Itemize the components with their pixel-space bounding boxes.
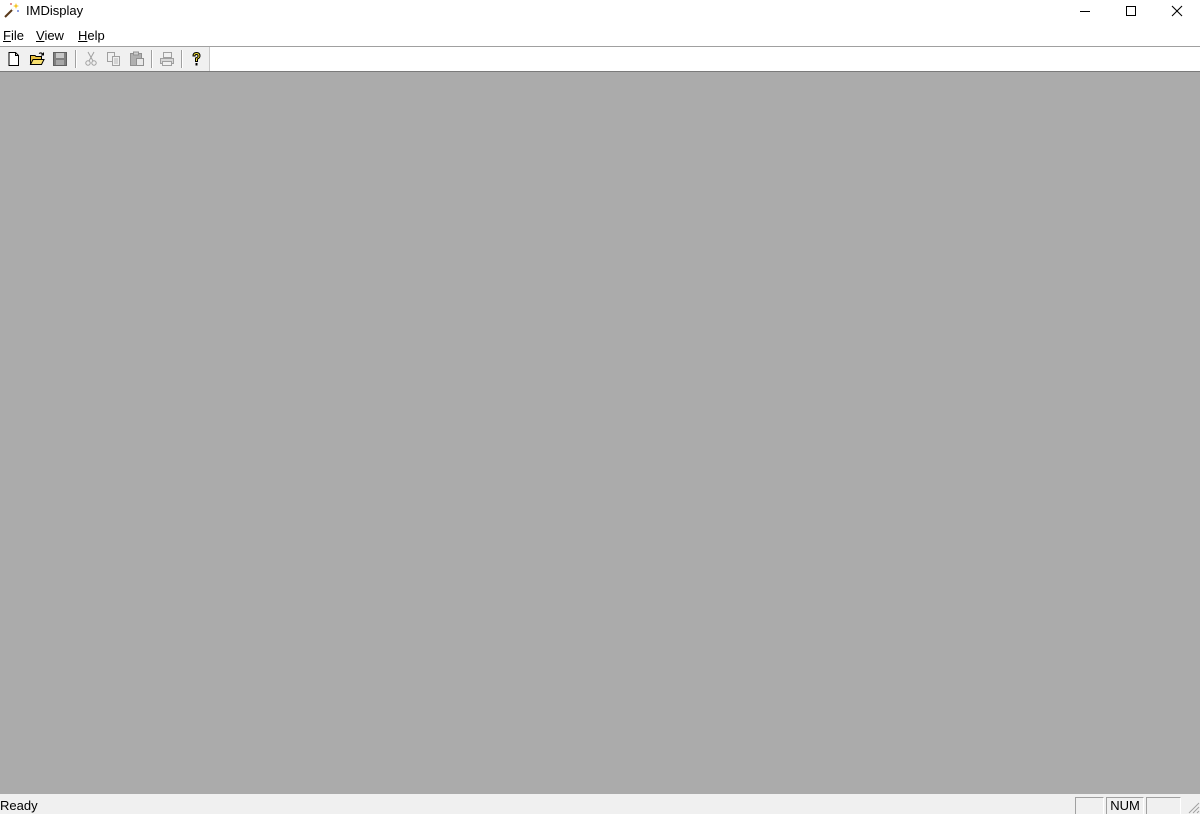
toolbar: [0, 46, 1200, 72]
imdisplay-window: IMDisplay File View Help Ready NUM: [0, 0, 1200, 814]
copy-button[interactable]: [103, 49, 125, 69]
help-button[interactable]: [185, 49, 207, 69]
status-text: Ready: [0, 798, 38, 813]
resize-grip-icon[interactable]: [1186, 800, 1200, 814]
magic-wand-icon[interactable]: [3, 2, 20, 19]
toolbar-separator: [181, 50, 183, 68]
new-button[interactable]: [3, 49, 25, 69]
open-button[interactable]: [26, 49, 48, 69]
window-title: IMDisplay: [26, 3, 84, 18]
minimize-button[interactable]: [1062, 0, 1108, 23]
scissors-icon: [85, 51, 97, 66]
open-folder-icon: [29, 52, 45, 65]
menu-file[interactable]: File: [3, 28, 24, 44]
status-pane-num: NUM: [1106, 797, 1144, 814]
paste-button[interactable]: [126, 49, 148, 69]
status-pane-caps: [1075, 797, 1104, 814]
menu-help[interactable]: Help: [78, 28, 105, 44]
title-bar[interactable]: IMDisplay: [0, 0, 1200, 23]
menu-file-label: ile: [10, 28, 24, 43]
status-pane-scroll: [1146, 797, 1181, 814]
minimize-icon: [1080, 11, 1090, 12]
toolbar-band: [0, 47, 210, 71]
print-button[interactable]: [156, 49, 178, 69]
menu-bar: File View Help: [0, 23, 1200, 46]
new-document-icon: [8, 52, 19, 66]
close-button[interactable]: [1154, 0, 1200, 23]
toolbar-separator: [75, 50, 77, 68]
menu-view[interactable]: View: [36, 28, 64, 44]
toolbar-separator: [151, 50, 153, 68]
menu-view-label: iew: [44, 28, 64, 43]
save-button[interactable]: [49, 49, 71, 69]
menu-help-label: elp: [87, 28, 105, 43]
cut-button[interactable]: [80, 49, 102, 69]
help-question-icon: [192, 51, 201, 66]
paste-icon: [130, 51, 144, 66]
status-bar: Ready NUM: [0, 794, 1200, 814]
close-icon: [1171, 5, 1183, 17]
document-client-area[interactable]: [0, 72, 1200, 794]
maximize-button[interactable]: [1108, 0, 1154, 23]
copy-icon: [107, 52, 120, 66]
printer-icon: [160, 52, 174, 66]
menu-help-mnemonic: H: [78, 28, 88, 43]
maximize-icon: [1126, 6, 1136, 16]
save-disk-icon: [53, 52, 67, 66]
menu-file-mnemonic: F: [3, 28, 11, 43]
